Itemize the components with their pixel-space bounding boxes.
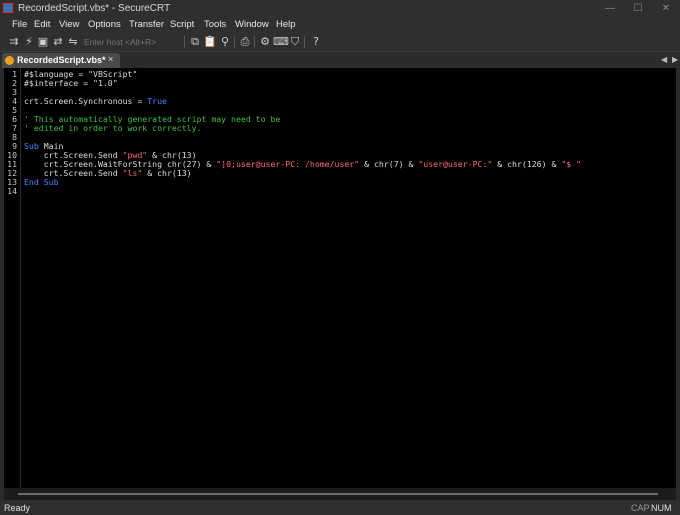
- close-button[interactable]: ✕: [654, 0, 678, 17]
- script-editor[interactable]: 1 2 3 4 5 6 7 8 9 10 11 12 13 14 #$language = "VBScri…: [4, 68, 676, 488]
- disconnect-icon[interactable]: ⇋: [66, 35, 80, 49]
- tab-scroll-left-icon[interactable]: ◀: [661, 55, 667, 64]
- minimize-button[interactable]: —: [598, 0, 622, 17]
- toolbar-separator: [254, 36, 255, 48]
- toolbar-separator: [304, 36, 305, 48]
- menu-window[interactable]: Window: [235, 19, 269, 30]
- host-input[interactable]: [84, 36, 184, 48]
- window-title: RecordedScript.vbs* - SecureCRT: [18, 3, 171, 14]
- status-bar: Ready CAP NUM: [0, 501, 680, 515]
- sftp-icon[interactable]: ⛉: [288, 35, 302, 49]
- print-icon[interactable]: ⎙: [238, 35, 252, 49]
- code-token: crt.Screen.Synchronous =: [24, 96, 148, 106]
- code-token: "]0;user@user-PC: /home/user": [216, 159, 360, 169]
- connect-icon[interactable]: ⇉: [7, 35, 21, 49]
- tab-recorded-script[interactable]: RecordedScript.vbs* ×: [2, 53, 120, 68]
- code-token: & chr(13): [142, 168, 192, 178]
- menu-transfer[interactable]: Transfer: [129, 19, 164, 30]
- code-line: End Sub: [24, 178, 581, 187]
- code-area[interactable]: #$language = "VBScript" #$interface = "1.…: [24, 70, 581, 196]
- settings-icon[interactable]: ⚙: [258, 35, 272, 49]
- menu-file[interactable]: File: [12, 19, 27, 30]
- code-token: "user@user-PC:": [418, 159, 493, 169]
- tab-label: RecordedScript.vbs*: [17, 55, 106, 65]
- menu-view[interactable]: View: [59, 19, 79, 30]
- code-token: & chr(126) &: [492, 159, 562, 169]
- keymap-icon[interactable]: ⌨: [273, 35, 289, 49]
- find-icon[interactable]: ⚲: [218, 35, 232, 49]
- paste-icon[interactable]: 📋: [203, 35, 217, 49]
- menu-script[interactable]: Script: [170, 19, 194, 30]
- code-token: "1.0": [93, 78, 118, 88]
- status-ready: Ready: [4, 503, 31, 513]
- code-token: End Sub: [24, 177, 59, 187]
- quick-connect-icon[interactable]: ⚡: [22, 35, 36, 49]
- code-line: crt.Screen.Send "ls" & chr(13): [24, 169, 581, 178]
- scrollbar-track[interactable]: [18, 493, 658, 495]
- code-line: #$interface = "1.0": [24, 79, 581, 88]
- code-token: "ls": [122, 168, 143, 178]
- line-number: 14: [7, 186, 17, 196]
- menu-options[interactable]: Options: [88, 19, 121, 30]
- menu-help[interactable]: Help: [276, 19, 296, 30]
- maximize-button[interactable]: ☐: [626, 0, 650, 17]
- menu-tools[interactable]: Tools: [204, 19, 226, 30]
- tab-scroll-right-icon[interactable]: ▶: [672, 55, 678, 64]
- tab-bar: RecordedScript.vbs* × ◀ ▶: [0, 52, 680, 68]
- status-caps-lock: CAP: [631, 503, 650, 513]
- title-bar: RecordedScript.vbs* - SecureCRT — ☐ ✕: [0, 0, 680, 17]
- connect-tab-icon[interactable]: ▣: [36, 35, 50, 49]
- code-token: ' edited in order to work correctly.: [24, 123, 202, 133]
- line-number-gutter: 1 2 3 4 5 6 7 8 9 10 11 12 13 14: [4, 68, 21, 488]
- menu-edit[interactable]: Edit: [34, 19, 50, 30]
- code-line: ' edited in order to work correctly.: [24, 124, 581, 133]
- code-token: #$interface =: [24, 78, 94, 88]
- reconnect-icon[interactable]: ⇄: [51, 35, 65, 49]
- menu-bar: File Edit View Options Transfer Script T…: [0, 17, 680, 33]
- securecrt-app-icon: [3, 3, 13, 13]
- close-tab-icon[interactable]: ×: [108, 54, 113, 64]
- code-token: & chr(7) &: [359, 159, 419, 169]
- toolbar-separator: [184, 36, 185, 48]
- status-num-lock: NUM: [651, 503, 672, 513]
- help-icon[interactable]: ?: [309, 35, 323, 49]
- code-token: "$ ": [561, 159, 582, 169]
- toolbar-separator: [234, 36, 235, 48]
- script-file-icon: [5, 56, 14, 65]
- toolbar: ⇉ ⚡ ▣ ⇄ ⇋ ⧉ 📋 ⚲ ⎙ ⚙ ⌨ ⛉ ?: [0, 33, 680, 52]
- code-token: True: [147, 96, 167, 106]
- horizontal-scrollbar[interactable]: [4, 488, 676, 500]
- code-line: crt.Screen.Synchronous = True: [24, 97, 581, 106]
- copy-icon[interactable]: ⧉: [188, 35, 202, 49]
